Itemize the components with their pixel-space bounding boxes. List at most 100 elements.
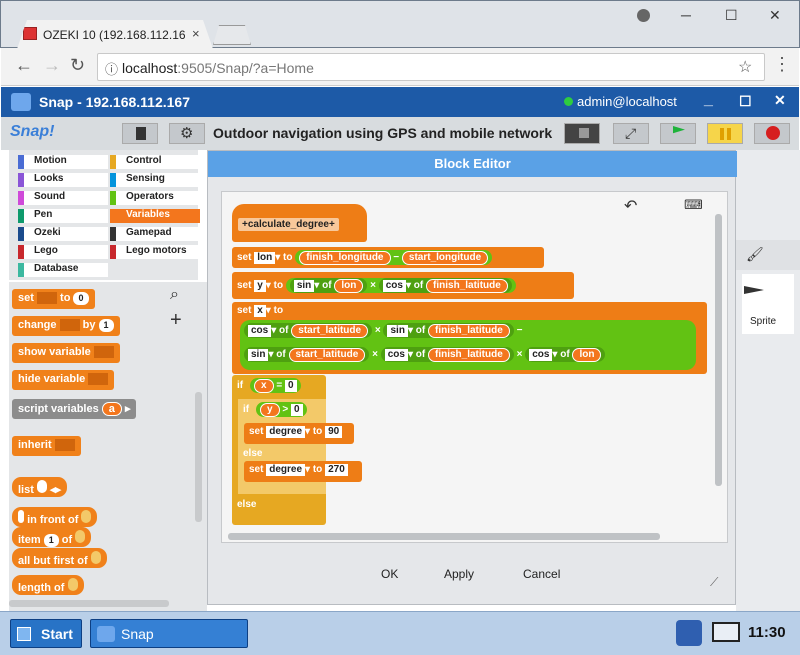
x-equals-condition[interactable]: x = 0 [250,378,301,393]
url-text: localhost:9505/Snap/?a=Home [122,60,314,76]
y-greater-condition[interactable]: y > 0 [256,402,307,417]
set-degree-90-block[interactable]: set degree ▾ to 90 [244,423,354,444]
start-icon [17,627,31,641]
block-editor-dialog: Block Editor ↶ ⌨ +calculate_degree+ set … [207,150,737,605]
taskbar: Start Snap 11:30 [0,611,800,655]
stage-size-button[interactable] [564,123,600,144]
ozeki-tray-icon[interactable] [676,620,702,646]
category-control[interactable]: Control [110,155,200,169]
keyboard-icon[interactable]: ⌨ [684,197,703,213]
category-operators[interactable]: Operators [110,191,200,205]
bookmark-star-icon[interactable]: ☆ [738,57,752,77]
user-label: admin@localhost [577,94,677,109]
gear-icon: ⚙ [180,125,194,142]
forward-icon[interactable]: → [43,55,61,76]
all-but-first-block[interactable]: all but first of [12,548,107,568]
set-degree-270-block[interactable]: set degree ▾ to 270 [244,461,362,482]
search-icon[interactable]: ⌕ [170,286,179,304]
hat-block[interactable]: +calculate_degree+ [232,204,367,242]
add-variable-icon[interactable]: + [170,309,182,332]
minimize-button[interactable]: ─ [681,7,691,23]
script-vscrollbar[interactable] [715,214,722,486]
browser-titlebar: OZEKI 10 (192.168.112.16 × ─ ☐ ✕ [0,0,800,49]
tab-close-icon[interactable]: × [192,26,200,41]
fullscreen-button[interactable]: ⤢ [613,123,649,144]
nested-if-label: if [243,404,250,415]
palette-hscrollbar[interactable] [9,600,169,607]
apply-button[interactable]: Apply [444,567,474,581]
cancel-button[interactable]: Cancel [523,567,560,581]
address-bar[interactable]: ⓘ localhost:9505/Snap/?a=Home ☆ [97,53,765,81]
green-flag-button[interactable] [660,123,696,144]
stop-button[interactable] [754,123,790,144]
category-pen[interactable]: Pen [18,209,108,223]
pause-button[interactable] [707,123,743,144]
sprite-corral[interactable]: Sprite [742,274,794,334]
category-motion[interactable]: Motion [18,155,108,169]
set-x-block[interactable]: set x ▾ to cos ▾ of start_latitude × sin ▾ … [232,302,707,374]
file-menu-button[interactable] [122,123,158,144]
set-y-block[interactable]: set y ▾ to sin ▾ of lon × cos ▾ of finish_l… [232,272,574,299]
undo-icon[interactable]: ↶ [624,196,637,216]
settings-button[interactable]: ⚙ [169,123,205,144]
browser-tab[interactable]: OZEKI 10 (192.168.112.16 × [17,20,213,49]
reload-icon[interactable]: ↻ [70,55,85,76]
stop-icon [766,126,780,140]
snap-maximize-button[interactable]: ☐ [739,93,752,110]
snap-minimize-button[interactable]: _ [704,91,713,109]
category-database[interactable]: Database [18,263,108,277]
new-tab-button[interactable] [213,25,251,45]
script-area: ↶ ⌨ +calculate_degree+ set lon ▾ to finis… [221,191,728,543]
block-palette: set to 0 ⌕ + change by 1 show variable h… [9,282,207,612]
list-block[interactable]: list ◂▸ [12,477,68,497]
snap-logo[interactable]: Snap! [10,123,54,141]
snap-taskbar-button[interactable]: Snap [90,619,248,648]
set-variable-block[interactable]: set to 0 [12,289,95,309]
else-label: else [237,499,257,510]
category-ozeki[interactable]: Ozeki [18,227,108,241]
snap-task-icon [97,626,115,642]
resize-handle-icon[interactable]: ⟋ [710,575,718,590]
category-variables[interactable]: Variables [110,209,200,223]
set-lon-block[interactable]: set lon ▾ to finish_longitude − start_lon… [232,247,544,268]
start-button[interactable]: Start [10,619,82,648]
hide-variable-block[interactable]: hide variable [12,370,115,390]
ok-button[interactable]: OK [381,567,398,581]
maximize-button[interactable]: ☐ [725,7,738,24]
snap-window-titlebar: Snap - 192.168.112.167 admin@localhost _… [1,87,799,117]
clock: 11:30 [748,624,786,641]
first-product: cos ▾ of start_latitude × sin ▾ of finish_… [244,323,522,338]
minus-expression[interactable]: cos ▾ of start_latitude × sin ▾ of finish_… [240,320,696,370]
menu-icon[interactable]: ⋮ [773,54,791,75]
inherit-block[interactable]: inherit [12,436,81,456]
back-icon[interactable]: ← [15,55,33,76]
snap-close-button[interactable]: ✕ [774,92,786,109]
sprite-label: Sprite [750,316,777,327]
category-lego[interactable]: Lego [18,245,108,259]
category-lego-motors[interactable]: Lego motors [110,245,200,259]
length-of-block[interactable]: length of [12,575,84,595]
profile-icon[interactable] [637,9,650,22]
stage-size-icon [579,128,589,138]
palette-scrollbar[interactable] [195,392,202,522]
show-variable-block[interactable]: show variable [12,343,120,363]
change-variable-block[interactable]: change by 1 [12,316,120,336]
category-gamepad[interactable]: Gamepad [110,227,200,241]
page-info-icon[interactable]: ⓘ [105,59,118,78]
if-else-block[interactable]: if x = 0 if y > 0 set degree ▾ to 90 else… [232,375,362,525]
snap-window-title: Snap - 192.168.112.167 [39,94,190,110]
category-looks[interactable]: Looks [18,173,108,187]
paintbrush-icon[interactable]: 🖌 [746,246,764,263]
item-of-block[interactable]: item 1 of [12,527,92,547]
script-variables-block[interactable]: script variables a ▸ [12,399,137,419]
monitor-icon[interactable] [712,622,740,642]
close-button[interactable]: ✕ [769,7,781,24]
if-label: if [237,380,244,391]
in-front-of-block[interactable]: in front of [12,507,98,527]
script-hscrollbar[interactable] [228,533,660,540]
category-sound[interactable]: Sound [18,191,108,205]
tab-title: OZEKI 10 (192.168.112.16 [43,28,186,42]
sprite-toolbar: 🖌 [736,240,800,270]
category-sensing[interactable]: Sensing [110,173,200,187]
start-label: Start [41,626,73,642]
